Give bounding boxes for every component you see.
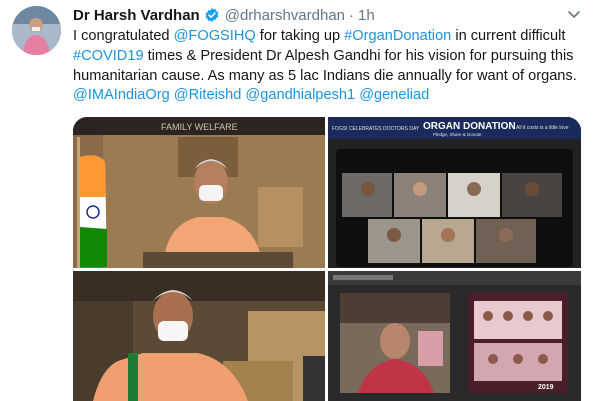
author-name[interactable]: Dr Harsh Vardhan [73, 7, 200, 24]
media-photo-2[interactable]: FOGSI CELEBRATES DOCTORS DAY ORGAN DONAT… [328, 117, 581, 268]
banner-title-text: ORGAN DONATION [423, 121, 516, 132]
banner-small-text: FOGSI CELEBRATES DOCTORS DAY [332, 126, 420, 132]
banner-right-text: All it costs is a little love [516, 125, 569, 131]
chevron-down-icon[interactable] [566, 6, 582, 22]
tweet-media-grid: FAMILY WELFARE FOGSI CELEBRATES DOCTORS … [73, 117, 581, 401]
tweet-header: Dr Harsh Vardhan @drharshvardhan · 1h [73, 5, 375, 25]
banner-sub-text: Pledge, Share & Donate [433, 132, 482, 137]
tweet-timestamp[interactable]: 1h [358, 7, 375, 24]
tweet-text-segment: for taking up [255, 28, 345, 44]
hashtag-link[interactable]: #OrganDonation [344, 28, 451, 44]
tweet-text-segment: times & President Dr Alpesh Gandhi for h… [73, 47, 577, 84]
profile-avatar[interactable] [12, 6, 61, 55]
verified-badge-icon [205, 8, 219, 22]
mention-link[interactable]: @FOGSIHQ [174, 28, 256, 44]
media-photo-4[interactable]: 2019 [328, 271, 581, 401]
year-text: 2019 [538, 384, 554, 391]
author-handle[interactable]: @drharshvardhan [225, 7, 345, 24]
tweet-text-segment: in current difficult [451, 28, 566, 44]
hashtag-link[interactable]: #COVID19 [73, 48, 144, 64]
mention-link[interactable]: @gandhialpesh1 [245, 87, 355, 103]
tweet-text: I congratulated @FOGSIHQ for taking up #… [73, 27, 587, 106]
mention-link[interactable]: @geneliad [359, 87, 429, 103]
tweet: Dr Harsh Vardhan @drharshvardhan · 1h I … [0, 0, 600, 401]
media-photo-1[interactable]: FAMILY WELFARE [73, 117, 325, 268]
tweet-text-segment: I congratulated [73, 28, 174, 44]
mention-link[interactable]: @Riteishd [174, 87, 242, 103]
separator-dot: · [349, 6, 355, 24]
media-photo-3[interactable] [73, 271, 325, 401]
sign-text: FAMILY WELFARE [161, 122, 238, 132]
mention-link[interactable]: @IMAIndiaOrg [73, 87, 170, 103]
